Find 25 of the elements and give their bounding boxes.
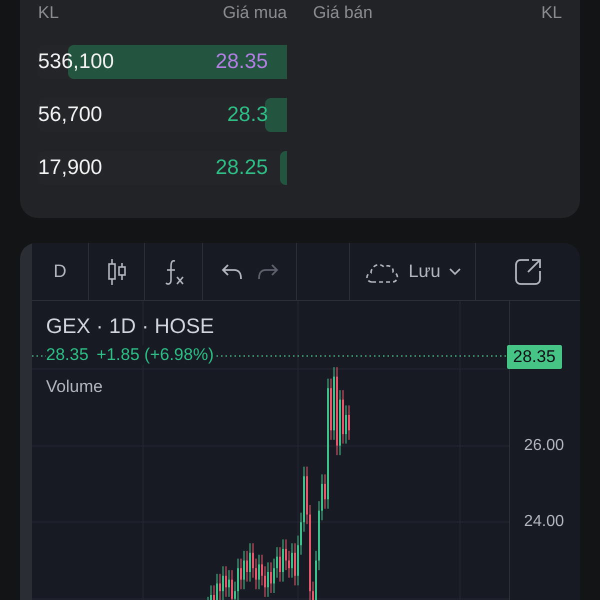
indicator-label: Volume (46, 377, 104, 397)
column-header: KL (38, 3, 59, 23)
price-tag: 28.35 (507, 345, 562, 369)
expand-icon[interactable] (514, 258, 542, 286)
axis-label: 24.00 (524, 513, 564, 531)
bid-price: 28.3 (227, 103, 268, 127)
undo-icon[interactable] (220, 262, 242, 280)
bid-price: 28.25 (215, 156, 268, 180)
column-header: Giá mua (222, 3, 287, 23)
volume-text: 56,700 (38, 103, 102, 127)
column-header: KL (541, 3, 562, 23)
symbol-title: GEX · 1D · HOSE (46, 315, 214, 339)
interval-button[interactable]: D (54, 261, 66, 282)
chevron-down-icon (448, 268, 461, 276)
column-header: Giá bán (313, 3, 373, 23)
redo-icon[interactable] (256, 262, 278, 280)
axis-label: 26.00 (524, 437, 564, 455)
volume-text: 536,100 (38, 50, 114, 74)
save-button[interactable]: Lưu (364, 260, 461, 284)
price-change: +1.85 (+6.98%) (96, 345, 214, 365)
candles-icon[interactable] (106, 258, 128, 286)
last-price: 28.35 (46, 345, 89, 365)
bid-price: 28.35 (215, 50, 268, 74)
volume-text: 17,900 (38, 156, 102, 180)
function-icon[interactable] (162, 258, 184, 286)
